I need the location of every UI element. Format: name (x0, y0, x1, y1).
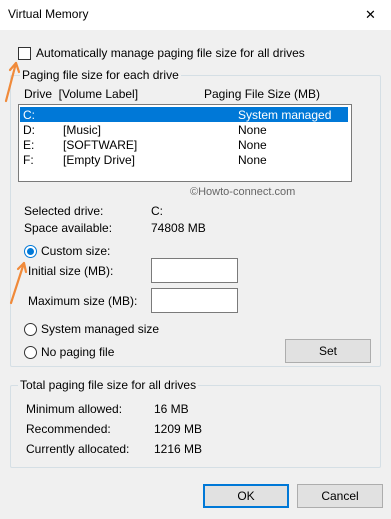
minimum-allowed-value: 16 MB (154, 402, 189, 416)
initial-size-label: Initial size (MB): (28, 264, 114, 278)
drive-letter: C: (23, 108, 35, 122)
drive-row-e[interactable]: E: [SOFTWARE] None (20, 137, 348, 152)
total-group-legend: Total paging file size for all drives (18, 378, 199, 392)
paging-group-legend: Paging file size for each drive (20, 68, 181, 82)
space-available-label: Space available: (24, 221, 113, 235)
auto-manage-checkbox[interactable] (18, 47, 31, 60)
drive-volume-label: [SOFTWARE] (63, 138, 138, 152)
no-paging-radio[interactable] (24, 346, 37, 359)
custom-size-radio[interactable] (24, 245, 37, 258)
drive-volume-label: [Empty Drive] (63, 153, 136, 167)
drive-paging-size: None (238, 123, 267, 137)
ok-button[interactable]: OK (203, 484, 289, 508)
cancel-button[interactable]: Cancel (297, 484, 383, 508)
initial-size-input[interactable] (151, 258, 238, 283)
minimum-allowed-label: Minimum allowed: (26, 402, 123, 416)
drive-volume-label: [Music] (63, 123, 102, 137)
set-button[interactable]: Set (285, 339, 371, 363)
drive-row-d[interactable]: D: [Music] None (20, 122, 348, 137)
system-managed-label[interactable]: System managed size (41, 322, 159, 336)
drive-paging-size: None (238, 153, 267, 167)
drive-letter: F: (23, 153, 34, 167)
no-paging-label[interactable]: No paging file (41, 345, 114, 359)
drive-letter: D: (23, 123, 35, 137)
auto-manage-label[interactable]: Automatically manage paging file size fo… (36, 46, 305, 60)
drive-row-f[interactable]: F: [Empty Drive] None (20, 152, 348, 167)
drive-row-c[interactable]: C: System managed (20, 107, 348, 122)
selected-drive-label: Selected drive: (24, 204, 104, 218)
currently-allocated-label: Currently allocated: (26, 442, 130, 456)
selected-drive-value: C: (151, 204, 163, 218)
column-header-size: Paging File Size (MB) (204, 87, 321, 101)
recommended-value: 1209 MB (154, 422, 203, 436)
space-available-value: 74808 MB (151, 221, 206, 235)
custom-size-label[interactable]: Custom size: (41, 244, 110, 258)
drive-list[interactable]: C: System managed D: [Music] None E: [SO… (18, 104, 352, 182)
currently-allocated-value: 1216 MB (154, 442, 203, 456)
window-title: Virtual Memory (8, 7, 89, 21)
watermark: ©Howto-connect.com (190, 186, 296, 198)
maximum-size-label: Maximum size (MB): (28, 294, 138, 308)
drive-paging-size: System managed (238, 108, 332, 122)
system-managed-radio[interactable] (24, 323, 37, 336)
drive-paging-size: None (238, 138, 267, 152)
recommended-label: Recommended: (26, 422, 111, 436)
close-button[interactable]: ✕ (350, 0, 391, 30)
maximum-size-input[interactable] (151, 288, 238, 313)
column-header-drive: Drive [Volume Label] (24, 87, 139, 101)
drive-letter: E: (23, 138, 35, 152)
close-icon: ✕ (365, 7, 376, 22)
